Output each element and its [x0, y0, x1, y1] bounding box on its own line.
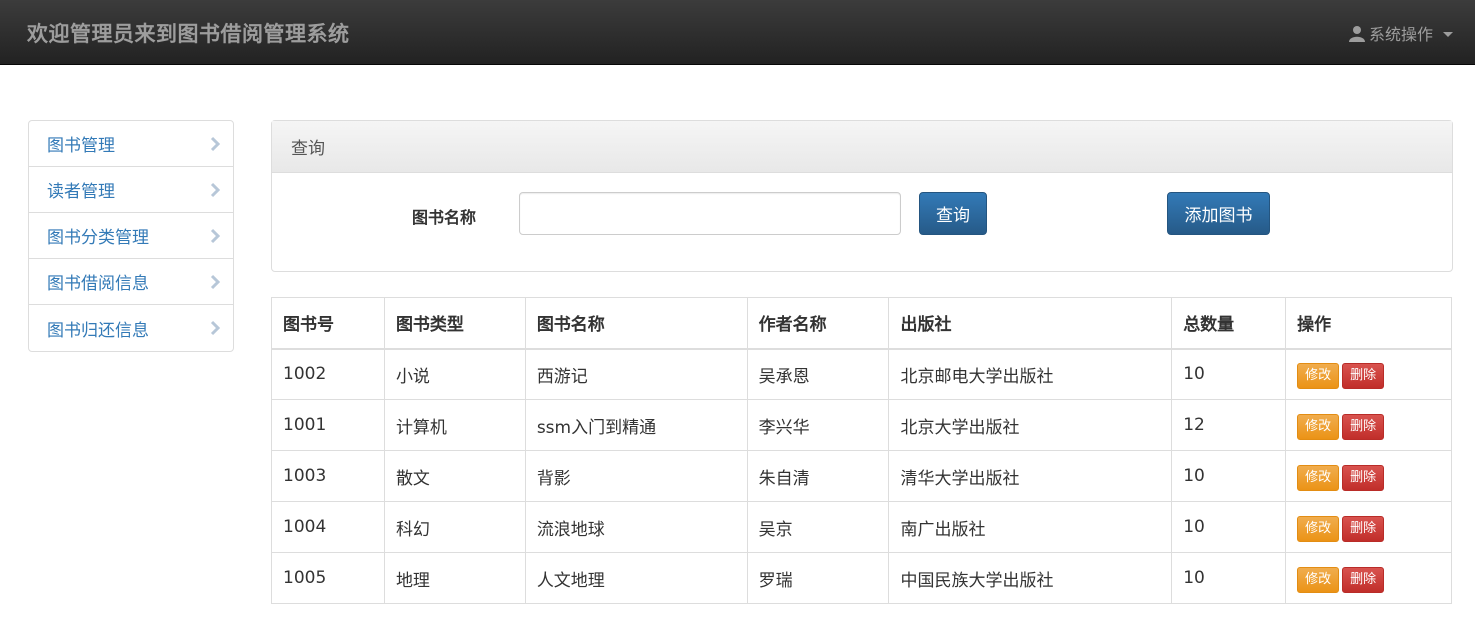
column-header: 操作	[1285, 297, 1452, 350]
cell-author: 李兴华	[746, 399, 890, 451]
table-row: 1003 散文 背影 朱自清 清华大学出版社 10 修改 删除	[271, 450, 1452, 502]
search-panel-title: 查询	[272, 121, 1452, 173]
sidebar-item-reader-management[interactable]: 读者管理	[29, 167, 233, 213]
book-name-input[interactable]	[519, 192, 901, 235]
sidebar-nav: 图书管理 读者管理 图书分类管理 图书借阅信息 图书归还信息	[28, 120, 234, 352]
cell-actions: 修改 删除	[1285, 450, 1452, 502]
column-header: 图书号	[271, 297, 385, 350]
search-panel: 查询 图书名称 查询 添加图书	[271, 120, 1453, 272]
cell-publisher: 清华大学出版社	[888, 450, 1173, 502]
top-navbar: 欢迎管理员来到图书借阅管理系统 系统操作	[0, 0, 1475, 65]
delete-button[interactable]: 删除	[1342, 566, 1385, 593]
cell-actions: 修改 删除	[1285, 552, 1452, 604]
cell-book-id: 1005	[271, 552, 385, 604]
sidebar-item-label: 图书借阅信息	[47, 274, 149, 294]
delete-button[interactable]: 删除	[1342, 362, 1385, 389]
column-header: 总数量	[1171, 297, 1287, 350]
cell-actions: 修改 删除	[1285, 501, 1452, 553]
cell-count: 10	[1171, 501, 1287, 553]
cell-publisher: 南广出版社	[888, 501, 1173, 553]
cell-author: 吴京	[746, 501, 890, 553]
cell-author: 罗瑞	[746, 552, 890, 604]
add-book-button[interactable]: 添加图书	[1167, 192, 1270, 235]
column-header: 图书类型	[383, 297, 526, 350]
system-menu-label: 系统操作	[1368, 25, 1433, 44]
cell-actions: 修改 删除	[1285, 348, 1452, 400]
cell-book-name: 流浪地球	[524, 501, 748, 553]
edit-button[interactable]: 修改	[1297, 362, 1340, 389]
cell-book-id: 1001	[271, 399, 385, 451]
user-icon	[1348, 25, 1365, 42]
cell-book-type: 小说	[383, 348, 526, 400]
cell-count: 12	[1171, 399, 1287, 451]
edit-button[interactable]: 修改	[1297, 464, 1340, 491]
edit-button[interactable]: 修改	[1297, 413, 1340, 440]
cell-author: 吴承恩	[746, 348, 890, 400]
chevron-right-icon	[210, 136, 220, 152]
table-row: 1002 小说 西游记 吴承恩 北京邮电大学出版社 10 修改 删除	[271, 348, 1452, 400]
books-table: 图书号 图书类型 图书名称 作者名称 出版社 总数量 操作 1002 小说 西游…	[271, 297, 1452, 604]
cell-book-name: 背影	[524, 450, 748, 502]
cell-book-id: 1002	[271, 348, 385, 400]
sidebar-item-label: 图书管理	[47, 136, 115, 156]
sidebar-item-return-info[interactable]: 图书归还信息	[29, 305, 233, 351]
column-header: 出版社	[888, 297, 1173, 350]
delete-button[interactable]: 删除	[1342, 413, 1385, 440]
cell-book-id: 1004	[271, 501, 385, 553]
chevron-right-icon	[210, 320, 220, 336]
sidebar-item-label: 图书归还信息	[47, 320, 149, 341]
system-menu-dropdown[interactable]: 系统操作	[1348, 21, 1453, 45]
table-row: 1001 计算机 ssm入门到精通 李兴华 北京大学出版社 12 修改 删除	[271, 399, 1452, 451]
table-row: 1005 地理 人文地理 罗瑞 中国民族大学出版社 10 修改 删除	[271, 552, 1452, 604]
sidebar-item-label: 读者管理	[47, 182, 115, 202]
cell-book-type: 散文	[383, 450, 526, 502]
cell-publisher: 北京大学出版社	[888, 399, 1173, 451]
query-button[interactable]: 查询	[919, 192, 987, 235]
table-row: 1004 科幻 流浪地球 吴京 南广出版社 10 修改 删除	[271, 501, 1452, 553]
chevron-right-icon	[210, 274, 220, 290]
table-header-row: 图书号 图书类型 图书名称 作者名称 出版社 总数量 操作	[271, 297, 1452, 350]
cell-book-type: 科幻	[383, 501, 526, 553]
sidebar-item-book-management[interactable]: 图书管理	[29, 121, 233, 167]
cell-publisher: 北京邮电大学出版社	[888, 348, 1173, 400]
sidebar-item-category-management[interactable]: 图书分类管理	[29, 213, 233, 259]
cell-actions: 修改 删除	[1285, 399, 1452, 451]
cell-book-type: 地理	[383, 552, 526, 604]
cell-author: 朱自清	[746, 450, 890, 502]
cell-book-name: 西游记	[524, 348, 748, 400]
sidebar-item-label: 图书分类管理	[47, 228, 149, 248]
cell-book-id: 1003	[271, 450, 385, 502]
column-header: 图书名称	[524, 297, 748, 350]
cell-book-type: 计算机	[383, 399, 526, 451]
caret-down-icon	[1443, 31, 1453, 37]
cell-book-name: 人文地理	[524, 552, 748, 604]
edit-button[interactable]: 修改	[1297, 566, 1340, 593]
cell-count: 10	[1171, 348, 1287, 400]
book-name-label: 图书名称	[412, 208, 477, 227]
column-header: 作者名称	[746, 297, 890, 350]
cell-count: 10	[1171, 552, 1287, 604]
delete-button[interactable]: 删除	[1342, 515, 1385, 542]
edit-button[interactable]: 修改	[1297, 515, 1340, 542]
chevron-right-icon	[210, 182, 220, 198]
app-title: 欢迎管理员来到图书借阅管理系统	[27, 22, 350, 46]
chevron-right-icon	[210, 228, 220, 244]
sidebar-item-borrow-info[interactable]: 图书借阅信息	[29, 259, 233, 305]
cell-count: 10	[1171, 450, 1287, 502]
cell-book-name: ssm入门到精通	[524, 399, 748, 451]
cell-publisher: 中国民族大学出版社	[888, 552, 1173, 604]
delete-button[interactable]: 删除	[1342, 464, 1385, 491]
